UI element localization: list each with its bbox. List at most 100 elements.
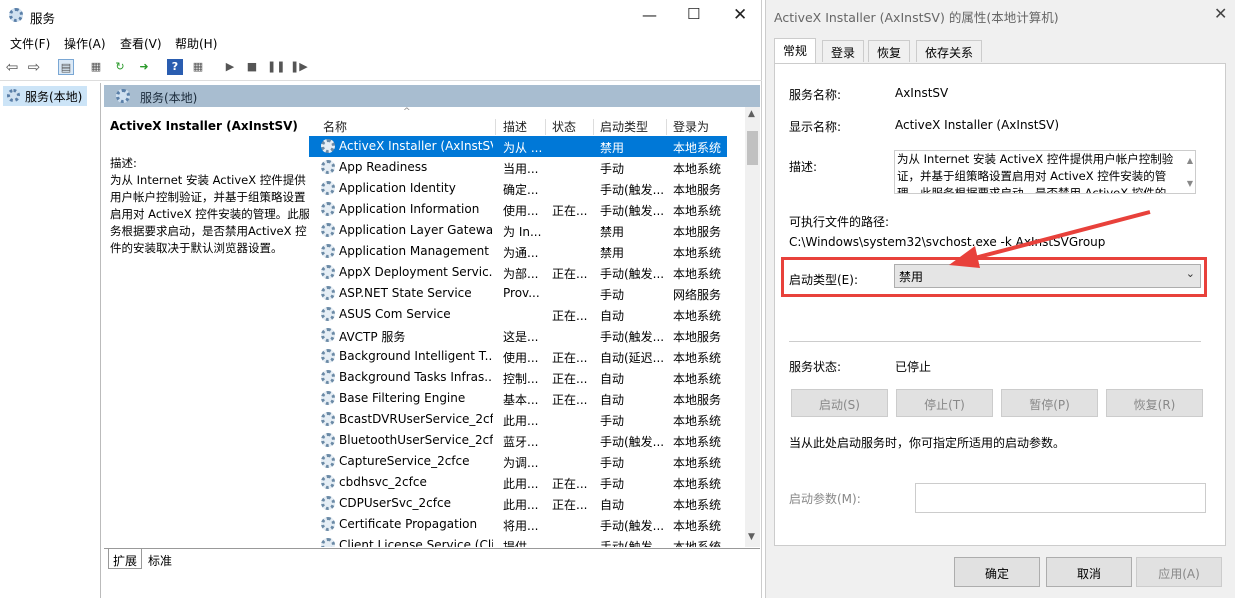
table-row[interactable]: ActiveX Installer (AxInstSV) 为从 ... 禁用 本地系统 bbox=[309, 136, 727, 157]
tab-extended[interactable]: 扩展 bbox=[108, 549, 143, 569]
description-box[interactable]: 为从 Internet 安装 ActiveX 控件提供用户帐户控制验证，并基于组… bbox=[894, 150, 1196, 194]
service-gear-icon bbox=[321, 223, 335, 237]
table-row[interactable]: AppX Deployment Servic... 为部... 正在... 手动(触发… bbox=[309, 262, 727, 283]
table-row[interactable]: App Readiness 当用... 手动 本地系统 bbox=[309, 157, 727, 178]
stop-button[interactable]: 停止(T) bbox=[896, 389, 993, 417]
tab-dependencies[interactable]: 依存关系 bbox=[916, 40, 983, 62]
col-status[interactable]: 状态 bbox=[552, 118, 576, 135]
properties-icon[interactable]: ▦ bbox=[88, 59, 104, 75]
col-description[interactable]: 描述 bbox=[503, 118, 527, 135]
tree-item-services-local[interactable]: 服务(本地) bbox=[3, 86, 87, 106]
col-startup-type[interactable]: 启动类型 bbox=[600, 118, 648, 135]
table-row[interactable]: BcastDVRUserService_2cf... 此用... 手动 本地系统 bbox=[309, 409, 727, 430]
service-gear-icon bbox=[321, 475, 335, 489]
col-name[interactable]: 名称 bbox=[323, 118, 347, 135]
description-label: 描述: bbox=[789, 160, 818, 174]
cell-status: 正在... bbox=[552, 267, 588, 281]
tab-standard[interactable]: 标准 bbox=[148, 552, 172, 569]
table-row[interactable]: CaptureService_2cfce 为调... 手动 本地系统 bbox=[309, 451, 727, 472]
cell-name: BcastDVRUserService_2cf... bbox=[339, 412, 493, 426]
start-params-input[interactable] bbox=[915, 483, 1206, 513]
maximize-icon[interactable]: ☐ bbox=[687, 5, 700, 23]
console-tree-icon[interactable]: ▤ bbox=[58, 59, 74, 75]
table-row[interactable]: ASP.NET State Service Prov... 手动 网络服务 bbox=[309, 283, 727, 304]
close-icon[interactable]: ✕ bbox=[733, 5, 747, 25]
service-gear-icon bbox=[321, 139, 335, 153]
minimize-icon[interactable]: — bbox=[642, 6, 657, 24]
scroll-up-icon[interactable]: ▲ bbox=[748, 109, 755, 119]
table-row[interactable]: Application Layer Gatewa... 为 In... 禁用 本地服务 bbox=[309, 220, 727, 241]
cell-startup: 禁用 bbox=[600, 246, 625, 260]
service-gear-icon bbox=[321, 496, 335, 510]
cell-startup: 禁用 bbox=[600, 225, 625, 239]
service-gear-icon bbox=[321, 517, 335, 531]
scroll-up-icon[interactable]: ▲ bbox=[1187, 152, 1193, 169]
scrollbar-thumb[interactable] bbox=[747, 131, 758, 165]
pause-button[interactable]: 暂停(P) bbox=[1001, 389, 1098, 417]
table-row[interactable]: Base Filtering Engine 基本... 正在... 自动 本地服务 bbox=[309, 388, 727, 409]
col-logon-as[interactable]: 登录为 bbox=[673, 118, 709, 135]
table-row[interactable]: Client License Service (Cli... 提供... 手动(触发… bbox=[309, 535, 727, 547]
refresh-icon[interactable]: ↻ bbox=[112, 59, 128, 75]
cell-logon: 本地系统 bbox=[673, 477, 722, 491]
exe-path-label: 可执行文件的路径: bbox=[789, 215, 890, 229]
table-row[interactable]: Application Management 为通... 禁用 本地系统 bbox=[309, 241, 727, 262]
tab-recovery[interactable]: 恢复 bbox=[868, 40, 911, 62]
table-row[interactable]: Application Identity 确定... 手动(触发... 本地服务 bbox=[309, 178, 727, 199]
cell-startup: 自动 bbox=[600, 372, 625, 386]
cell-desc: 使用... bbox=[503, 351, 539, 365]
close-icon[interactable]: ✕ bbox=[1214, 4, 1227, 23]
cancel-button[interactable]: 取消 bbox=[1046, 557, 1132, 587]
vertical-scrollbar[interactable]: ▲ ▼ bbox=[745, 107, 760, 547]
pause-service-icon[interactable]: ❚❚ bbox=[267, 59, 285, 75]
table-row[interactable]: BluetoothUserService_2cf... 蓝牙... 手动(触发...… bbox=[309, 430, 727, 451]
service-gear-icon bbox=[321, 538, 335, 547]
cell-startup: 手动(触发... bbox=[600, 183, 665, 197]
dialog-title: ActiveX Installer (AxInstSV) 的属性(本地计算机) bbox=[774, 10, 1059, 25]
cell-desc: 这是... bbox=[503, 330, 539, 344]
apply-button[interactable]: 应用(A) bbox=[1136, 557, 1222, 587]
cell-logon: 本地系统 bbox=[673, 414, 722, 428]
snapin-header-label: 服务(本地) bbox=[140, 91, 198, 105]
menu-view[interactable]: 查看(V) bbox=[120, 35, 162, 52]
service-status-label: 服务状态: bbox=[789, 360, 842, 374]
tab-general[interactable]: 常规 bbox=[774, 38, 817, 64]
show-hide-icon[interactable]: ▦ bbox=[190, 59, 206, 75]
cell-name: Application Layer Gatewa... bbox=[339, 223, 493, 237]
column-header: 名称 描述 状态 启动类型 登录为 bbox=[309, 115, 727, 135]
cell-startup: 手动 bbox=[600, 456, 625, 470]
scroll-down-icon[interactable]: ▼ bbox=[748, 532, 755, 542]
table-row[interactable]: Background Intelligent T... 使用... 正在... 自动(… bbox=[309, 346, 727, 367]
resume-button[interactable]: 恢复(R) bbox=[1106, 389, 1203, 417]
stop-service-icon[interactable]: ■ bbox=[244, 59, 260, 75]
cell-logon: 本地系统 bbox=[673, 456, 722, 470]
cell-logon: 本地系统 bbox=[673, 540, 722, 547]
table-row[interactable]: CDPUserSvc_2cfce 此用... 正在... 自动 本地系统 bbox=[309, 493, 727, 514]
forward-icon[interactable]: ⇨ bbox=[26, 59, 42, 75]
ok-button[interactable]: 确定 bbox=[954, 557, 1040, 587]
table-row[interactable]: AVCTP 服务 这是... 手动(触发... 本地服务 bbox=[309, 325, 727, 346]
export-icon[interactable]: ➜ bbox=[136, 59, 152, 75]
help-icon[interactable]: ? bbox=[167, 59, 183, 75]
start-params-hint: 当从此处启动服务时，你可指定所适用的启动参数。 bbox=[789, 436, 1066, 450]
restart-service-icon[interactable]: ❚▶ bbox=[290, 59, 308, 75]
tab-logon[interactable]: 登录 bbox=[822, 40, 865, 62]
table-row[interactable]: cbdhsvc_2cfce 此用... 正在... 手动 本地系统 bbox=[309, 472, 727, 493]
back-icon[interactable]: ⇦ bbox=[4, 59, 20, 75]
cell-startup: 手动(触发... bbox=[600, 435, 665, 449]
table-row[interactable]: Background Tasks Infras... 控制... 正在... 自动 本地… bbox=[309, 367, 727, 388]
table-row[interactable]: Application Information 使用... 正在... 手动(触发..… bbox=[309, 199, 727, 220]
tree-item-label: 服务(本地) bbox=[25, 90, 83, 104]
cell-startup: 自动 bbox=[600, 393, 625, 407]
menu-file[interactable]: 文件(F) bbox=[10, 35, 50, 52]
start-button[interactable]: 启动(S) bbox=[791, 389, 888, 417]
scroll-down-icon[interactable]: ▼ bbox=[1187, 175, 1193, 192]
start-service-icon[interactable]: ▶ bbox=[222, 59, 238, 75]
cell-logon: 本地服务 bbox=[673, 183, 722, 197]
service-gear-icon bbox=[321, 202, 335, 216]
table-row[interactable]: ASUS Com Service 正在... 自动 本地系统 bbox=[309, 304, 727, 325]
table-row[interactable]: Certificate Propagation 将用... 手动(触发... 本地系统 bbox=[309, 514, 727, 535]
menu-action[interactable]: 操作(A) bbox=[64, 35, 106, 52]
service-gear-icon bbox=[321, 370, 335, 384]
menu-help[interactable]: 帮助(H) bbox=[175, 35, 217, 52]
